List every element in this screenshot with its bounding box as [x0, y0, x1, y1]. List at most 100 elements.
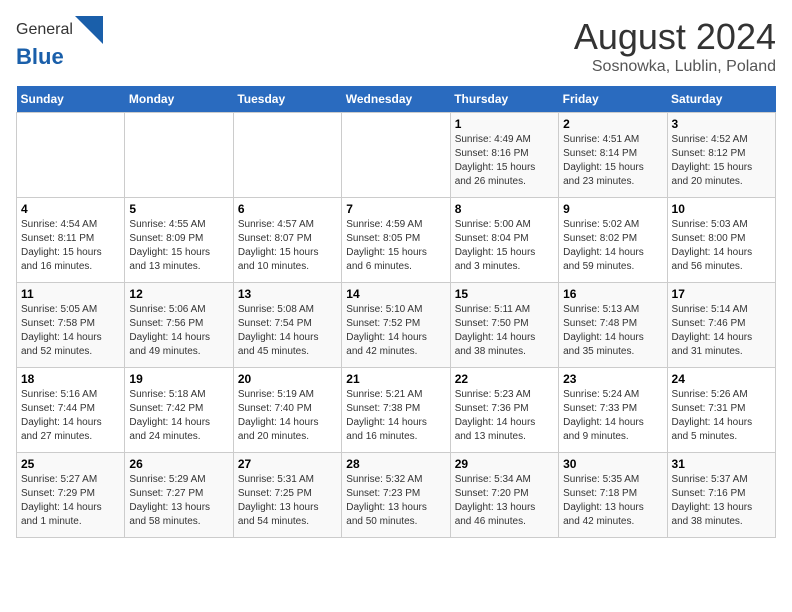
day-info: Sunrise: 4:51 AM Sunset: 8:14 PM Dayligh… [563, 133, 662, 189]
day-info: Sunrise: 5:34 AM Sunset: 7:20 PM Dayligh… [455, 473, 554, 529]
day-info: Sunrise: 5:10 AM Sunset: 7:52 PM Dayligh… [346, 303, 445, 359]
table-row: 6Sunrise: 4:57 AM Sunset: 8:07 PM Daylig… [233, 198, 341, 283]
table-row: 17Sunrise: 5:14 AM Sunset: 7:46 PM Dayli… [667, 283, 775, 368]
day-info: Sunrise: 5:31 AM Sunset: 7:25 PM Dayligh… [238, 473, 337, 529]
table-row: 13Sunrise: 5:08 AM Sunset: 7:54 PM Dayli… [233, 283, 341, 368]
day-info: Sunrise: 5:00 AM Sunset: 8:04 PM Dayligh… [455, 218, 554, 274]
table-row: 29 Sunrise: 5:34 AM Sunset: 7:20 PM Dayli… [450, 453, 558, 538]
table-row: 22Sunrise: 5:23 AM Sunset: 7:36 PM Dayli… [450, 368, 558, 453]
day-info: Sunrise: 5:11 AM Sunset: 7:50 PM Dayligh… [455, 303, 554, 359]
day-number: 20 [238, 372, 337, 386]
day-number: 7 [346, 202, 445, 216]
table-row: 24 Sunrise: 5:26 AM Sunset: 7:31 PM Dayli… [667, 368, 775, 453]
day-number: 19 [129, 372, 228, 386]
day-info: Sunrise: 4:54 AM Sunset: 8:11 PM Dayligh… [21, 218, 120, 274]
table-row: 3 Sunrise: 4:52 AM Sunset: 8:12 PM Daylig… [667, 113, 775, 198]
table-row: 25Sunrise: 5:27 AM Sunset: 7:29 PM Dayli… [17, 453, 125, 538]
table-row: 4Sunrise: 4:54 AM Sunset: 8:11 PM Daylig… [17, 198, 125, 283]
table-row [342, 113, 450, 198]
day-number: 15 [455, 287, 554, 301]
day-number: 13 [238, 287, 337, 301]
table-row: 16 Sunrise: 5:13 AM Sunset: 7:48 PM Dayli… [559, 283, 667, 368]
day-info: Sunrise: 5:03 AM Sunset: 8:00 PM Dayligh… [672, 218, 771, 274]
day-number: 22 [455, 372, 554, 386]
day-number: 25 [21, 457, 120, 471]
page-subtitle: Sosnowka, Lublin, Poland [574, 58, 776, 76]
day-number: 14 [346, 287, 445, 301]
day-number: 29 [455, 457, 554, 471]
day-info: Sunrise: 5:37 AM Sunset: 7:16 PM Dayligh… [672, 473, 771, 529]
title-block: August 2024 Sosnowka, Lublin, Poland [574, 16, 776, 76]
table-row: 14 Sunrise: 5:10 AM Sunset: 7:52 PM Dayli… [342, 283, 450, 368]
table-row: 8 Sunrise: 5:00 AM Sunset: 8:04 PM Daylig… [450, 198, 558, 283]
table-row: 1 Sunrise: 4:49 AM Sunset: 8:16 PM Daylig… [450, 113, 558, 198]
day-number: 3 [672, 117, 771, 131]
table-row: 19 Sunrise: 5:18 AM Sunset: 7:42 PM Dayli… [125, 368, 233, 453]
day-info: Sunrise: 5:32 AM Sunset: 7:23 PM Dayligh… [346, 473, 445, 529]
day-number: 24 [672, 372, 771, 386]
page-title: August 2024 [574, 16, 776, 58]
day-number: 12 [129, 287, 228, 301]
table-row [17, 113, 125, 198]
calendar-week-row: 18 Sunrise: 5:16 AM Sunset: 7:44 PM Dayli… [17, 368, 776, 453]
day-number: 1 [455, 117, 554, 131]
logo-blue-text: Blue [16, 44, 103, 70]
table-row: 20 Sunrise: 5:19 AM Sunset: 7:40 PM Dayli… [233, 368, 341, 453]
table-row: 12 Sunrise: 5:06 AM Sunset: 7:56 PM Dayli… [125, 283, 233, 368]
day-info: Sunrise: 4:55 AM Sunset: 8:09 PM Dayligh… [129, 218, 228, 274]
table-row: 11 Sunrise: 5:05 AM Sunset: 7:58 PM Dayli… [17, 283, 125, 368]
day-number: 11 [21, 287, 120, 301]
calendar-header-row: Sunday Monday Tuesday Wednesday Thursday… [17, 86, 776, 113]
day-number: 16 [563, 287, 662, 301]
table-row: 15 Sunrise: 5:11 AM Sunset: 7:50 PM Dayli… [450, 283, 558, 368]
day-number: 2 [563, 117, 662, 131]
day-number: 5 [129, 202, 228, 216]
day-info: Sunrise: 5:06 AM Sunset: 7:56 PM Dayligh… [129, 303, 228, 359]
table-row: 27 Sunrise: 5:31 AM Sunset: 7:25 PM Dayli… [233, 453, 341, 538]
day-info: Sunrise: 4:52 AM Sunset: 8:12 PM Dayligh… [672, 133, 771, 189]
logo-icon [75, 16, 103, 44]
day-number: 9 [563, 202, 662, 216]
day-number: 8 [455, 202, 554, 216]
logo-general-text: General [16, 21, 73, 39]
table-row [233, 113, 341, 198]
table-row: 7 Sunrise: 4:59 AM Sunset: 8:05 PM Daylig… [342, 198, 450, 283]
logo: General Blue [16, 16, 103, 70]
day-info: Sunrise: 5:35 AM Sunset: 7:18 PM Dayligh… [563, 473, 662, 529]
day-number: 21 [346, 372, 445, 386]
day-info: Sunrise: 5:13 AM Sunset: 7:48 PM Dayligh… [563, 303, 662, 359]
page-header: General Blue August 2024 Sosnowka, Lubli… [16, 16, 776, 76]
header-monday: Monday [125, 86, 233, 113]
day-info: Sunrise: 5:16 AM Sunset: 7:44 PM Dayligh… [21, 388, 120, 444]
day-info: Sunrise: 4:59 AM Sunset: 8:05 PM Dayligh… [346, 218, 445, 274]
header-saturday: Saturday [667, 86, 775, 113]
day-info: Sunrise: 5:26 AM Sunset: 7:31 PM Dayligh… [672, 388, 771, 444]
table-row: 31 Sunrise: 5:37 AM Sunset: 7:16 PM Dayli… [667, 453, 775, 538]
header-thursday: Thursday [450, 86, 558, 113]
day-info: Sunrise: 5:19 AM Sunset: 7:40 PM Dayligh… [238, 388, 337, 444]
calendar-week-row: 1 Sunrise: 4:49 AM Sunset: 8:16 PM Daylig… [17, 113, 776, 198]
header-sunday: Sunday [17, 86, 125, 113]
table-row: 28Sunrise: 5:32 AM Sunset: 7:23 PM Dayli… [342, 453, 450, 538]
day-number: 17 [672, 287, 771, 301]
calendar-week-row: 25Sunrise: 5:27 AM Sunset: 7:29 PM Dayli… [17, 453, 776, 538]
table-row: 30Sunrise: 5:35 AM Sunset: 7:18 PM Dayli… [559, 453, 667, 538]
calendar-week-row: 4Sunrise: 4:54 AM Sunset: 8:11 PM Daylig… [17, 198, 776, 283]
day-number: 18 [21, 372, 120, 386]
day-number: 10 [672, 202, 771, 216]
day-info: Sunrise: 4:49 AM Sunset: 8:16 PM Dayligh… [455, 133, 554, 189]
day-info: Sunrise: 5:18 AM Sunset: 7:42 PM Dayligh… [129, 388, 228, 444]
table-row: 9Sunrise: 5:02 AM Sunset: 8:02 PM Daylig… [559, 198, 667, 283]
header-friday: Friday [559, 86, 667, 113]
header-wednesday: Wednesday [342, 86, 450, 113]
day-info: Sunrise: 5:21 AM Sunset: 7:38 PM Dayligh… [346, 388, 445, 444]
day-info: Sunrise: 5:05 AM Sunset: 7:58 PM Dayligh… [21, 303, 120, 359]
table-row: 5 Sunrise: 4:55 AM Sunset: 8:09 PM Daylig… [125, 198, 233, 283]
day-number: 26 [129, 457, 228, 471]
day-number: 6 [238, 202, 337, 216]
day-number: 31 [672, 457, 771, 471]
table-row: 10 Sunrise: 5:03 AM Sunset: 8:00 PM Dayli… [667, 198, 775, 283]
day-number: 27 [238, 457, 337, 471]
calendar-table: Sunday Monday Tuesday Wednesday Thursday… [16, 86, 776, 538]
day-number: 23 [563, 372, 662, 386]
